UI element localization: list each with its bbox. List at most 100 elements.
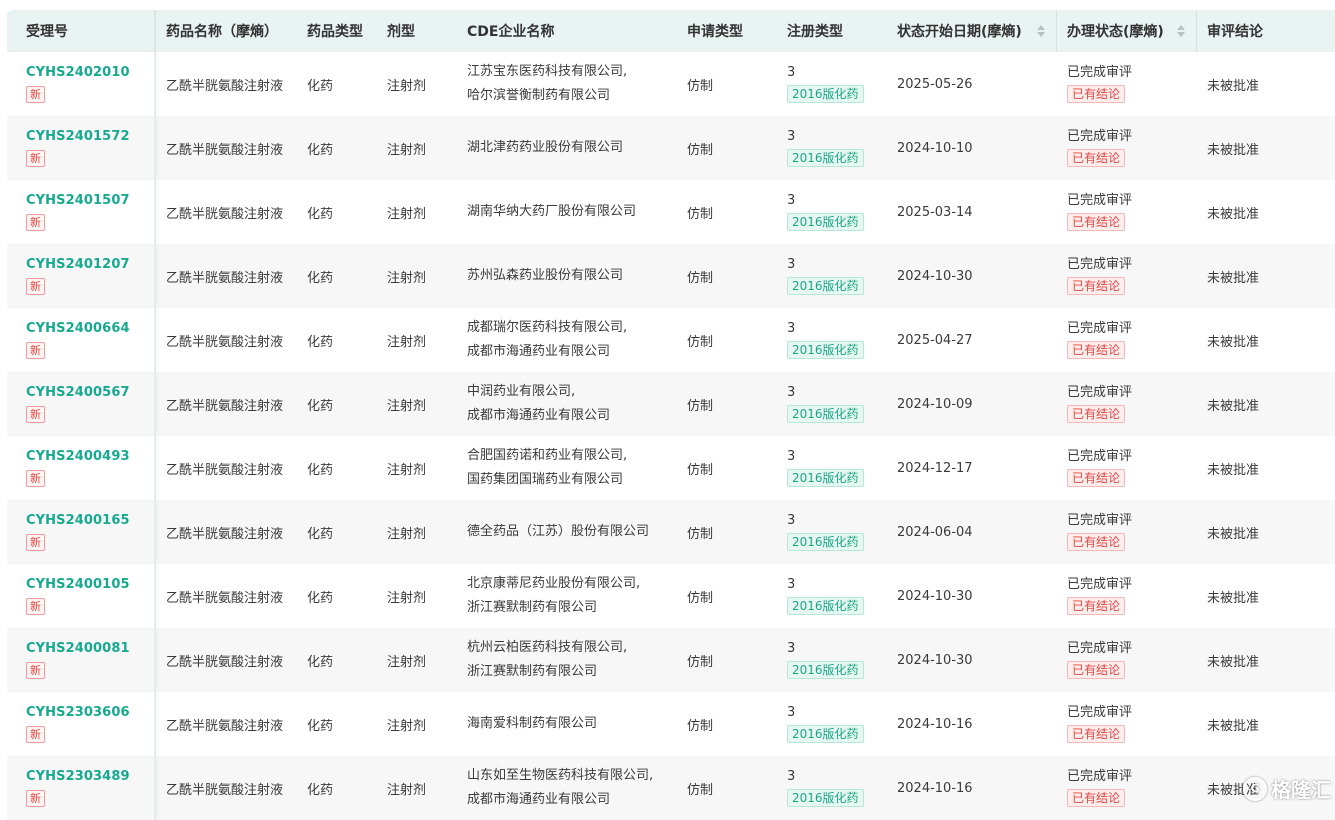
drug-type-text: 化药 [307, 334, 334, 350]
accept-no-link[interactable]: CYHS2400664 [26, 321, 130, 336]
status-badge: 已有结论 [1067, 789, 1126, 807]
table-row[interactable]: CYHS2401507 新 乙酰半胱氨酸注射液 化药 注射剂 湖南华纳大药厂股份有限公司 仿… [7, 180, 1335, 244]
cell-apply-type: 仿制 [677, 692, 777, 756]
apply-type-text: 仿制 [687, 654, 714, 670]
cell-drug-type: 化药 [297, 628, 377, 692]
accept-no-link[interactable]: CYHS2401207 [26, 257, 130, 272]
reg-type-badge: 2016版化药 [787, 597, 864, 615]
table-row[interactable]: CYHS2401207 新 乙酰半胱氨酸注射液 化药 注射剂 苏州弘森药业股份有限公司 仿制… [7, 244, 1335, 308]
column-header-reg-type: 注册类型 [777, 10, 887, 52]
accept-no-link[interactable]: CYHS2400105 [26, 577, 130, 592]
cell-company: 湖北津药药业股份有限公司 [457, 116, 677, 180]
start-date-text: 2024-10-10 [897, 140, 973, 156]
dosage-form-text: 注射剂 [387, 526, 427, 542]
apply-type-text: 仿制 [687, 782, 714, 798]
cell-drug-type: 化药 [297, 564, 377, 628]
cell-apply-type: 仿制 [677, 372, 777, 436]
new-badge: 新 [26, 214, 45, 231]
new-badge: 新 [26, 406, 45, 423]
table-row[interactable]: CYHS2303489 新 乙酰半胱氨酸注射液 化药 注射剂 山东如至生物医药科技有限公司… [7, 756, 1335, 820]
column-header-apply-type: 申请类型 [677, 10, 777, 52]
cell-status: 已完成审评 已有结论 [1057, 500, 1197, 564]
new-badge: 新 [26, 150, 45, 167]
cell-start-date: 2024-10-16 [887, 692, 1057, 756]
table-row[interactable]: CYHS2400081 新 乙酰半胱氨酸注射液 化药 注射剂 杭州云柏医药科技有限公司, 浙… [7, 628, 1335, 692]
conclusion-text: 未被批准 [1207, 270, 1260, 286]
cell-dosage-form: 注射剂 [377, 564, 457, 628]
conclusion-text: 未被批准 [1207, 206, 1260, 222]
column-header-conclusion: 审评结论 [1197, 10, 1335, 52]
cell-reg-type: 3 2016版化药 [777, 500, 887, 564]
company-name: 浙江赛默制药有限公司 [467, 664, 598, 679]
table-row[interactable]: CYHS2400165 新 乙酰半胱氨酸注射液 化药 注射剂 德全药品（江苏）股份有限公司… [7, 500, 1335, 564]
new-badge: 新 [26, 790, 45, 807]
accept-no-link[interactable]: CYHS2400081 [26, 641, 130, 656]
cell-status: 已完成审评 已有结论 [1057, 628, 1197, 692]
cell-company: 成都瑞尔医药科技有限公司, 成都市海通药业有限公司 [457, 308, 677, 372]
company-name: 海南爱科制药有限公司 [467, 716, 598, 731]
new-badge: 新 [26, 662, 45, 679]
cell-drug-name: 乙酰半胱氨酸注射液 [156, 628, 297, 692]
accept-no-link[interactable]: CYHS2303606 [26, 705, 130, 720]
sort-icon[interactable] [1037, 23, 1045, 39]
cell-drug-name: 乙酰半胱氨酸注射液 [156, 372, 297, 436]
conclusion-text: 未被批准 [1207, 142, 1260, 158]
cell-drug-type: 化药 [297, 436, 377, 500]
table-row[interactable]: CYHS2400664 新乙酰半胱氨酸注射液 化药 注射剂 成都瑞尔医药科技有限公司, 成… [7, 308, 1335, 372]
cell-dosage-form: 注射剂 [377, 244, 457, 308]
cell-accept-no: CYHS2401572 新 [7, 116, 156, 180]
table-row[interactable]: CYHS2400493 新 乙酰半胱氨酸注射液 化药 注射剂 合肥国药诺和药业有限公司, 国… [7, 436, 1335, 500]
reg-type-badge: 2016版化药 [787, 469, 864, 487]
drug-name-text: 乙酰半胱氨酸注射液 [166, 334, 284, 350]
cell-drug-name: 乙酰半胱氨酸注射液 [156, 692, 297, 756]
drug-name-text: 乙酰半胱氨酸注射液 [166, 206, 284, 222]
column-header-start-date[interactable]: 状态开始日期(摩熵) [887, 10, 1057, 52]
accept-no-link[interactable]: CYHS2401507 [26, 193, 130, 208]
table-row[interactable]: CYHS2400567 新 乙酰半胱氨酸注射液 化药 注射剂 中润药业有限公司, 成都市海通… [7, 372, 1335, 436]
table-row[interactable]: CYHS2401572 新 乙酰半胱氨酸注射液 化药 注射剂 湖北津药药业股份有限公司 仿制… [7, 116, 1335, 180]
drug-name-text: 乙酰半胱氨酸注射液 [166, 270, 284, 286]
cell-conclusion: 未被批准 [1197, 436, 1335, 500]
accept-no-link[interactable]: CYHS2402010 [26, 65, 130, 80]
column-header-label: CDE企业名称 [467, 24, 555, 40]
cell-dosage-form: 注射剂 [377, 500, 457, 564]
cell-apply-type: 仿制 [677, 500, 777, 564]
cell-apply-type: 仿制 [677, 52, 777, 116]
apply-type-text: 仿制 [687, 142, 714, 158]
reg-type-number: 3 [787, 769, 796, 784]
column-header-status[interactable]: 办理状态(摩熵) [1057, 10, 1197, 52]
table-header: 受理号 药品名称（摩熵） 药品类型 剂型 CDE企业名称 申请类型 注册类型 状态开始日期(摩… [7, 10, 1335, 52]
reg-type-number: 3 [787, 257, 796, 272]
dosage-form-text: 注射剂 [387, 142, 427, 158]
apply-type-text: 仿制 [687, 462, 714, 478]
dosage-form-text: 注射剂 [387, 206, 427, 222]
reg-type-number: 3 [787, 577, 796, 592]
accept-no-link[interactable]: CYHS2401572 [26, 129, 130, 144]
drug-name-text: 乙酰半胱氨酸注射液 [166, 654, 284, 670]
cell-start-date: 2024-12-17 [887, 436, 1057, 500]
cell-reg-type: 3 2016版化药 [777, 180, 887, 244]
status-badge: 已有结论 [1067, 533, 1126, 551]
sort-icon[interactable] [1177, 23, 1185, 39]
cell-start-date: 2024-10-09 [887, 372, 1057, 436]
drug-name-text: 乙酰半胱氨酸注射液 [166, 78, 284, 94]
accept-no-link[interactable]: CYHS2303489 [26, 769, 130, 784]
cell-company: 中润药业有限公司, 成都市海通药业有限公司 [457, 372, 677, 436]
cell-apply-type: 仿制 [677, 628, 777, 692]
accept-no-link[interactable]: CYHS2400567 [26, 385, 130, 400]
table-row[interactable]: CYHS2303606 新 乙酰半胱氨酸注射液 化药 注射剂 海南爱科制药有限公司 仿制 3 2… [7, 692, 1335, 756]
reg-type-badge: 2016版化药 [787, 277, 864, 295]
status-text: 已完成审评 [1067, 129, 1133, 144]
cell-conclusion: 未被批准 [1197, 180, 1335, 244]
cell-drug-name: 乙酰半胱氨酸注射液 [156, 564, 297, 628]
column-header-label: 申请类型 [687, 24, 743, 40]
cell-conclusion: 未被批准 [1197, 52, 1335, 116]
cell-accept-no: CYHS2303489 新 [7, 756, 156, 820]
cell-company: 山东如至生物医药科技有限公司, 成都市海通药业有限公司 [457, 756, 677, 820]
accept-no-link[interactable]: CYHS2400165 [26, 513, 130, 528]
table-row[interactable]: CYHS2400105 新 乙酰半胱氨酸注射液 化药 注射剂 北京康蒂尼药业股份有限公司,… [7, 564, 1335, 628]
accept-no-link[interactable]: CYHS2400493 [26, 449, 130, 464]
status-badge: 已有结论 [1067, 213, 1126, 231]
drug-type-text: 化药 [307, 142, 334, 158]
table-row[interactable]: CYHS2402010 新 乙酰半胱氨酸注射液 化药 注射剂 江苏宝东医药科技有限公司, 哈… [7, 52, 1335, 116]
